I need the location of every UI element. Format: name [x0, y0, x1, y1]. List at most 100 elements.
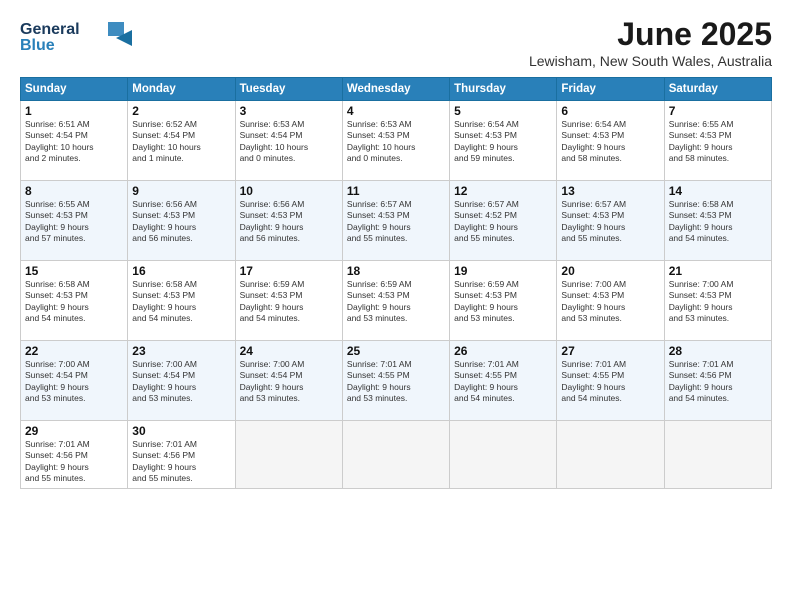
day-number: 23 [132, 344, 230, 358]
calendar-cell: 24Sunrise: 7:00 AM Sunset: 4:54 PM Dayli… [235, 341, 342, 421]
title-block: June 2025 Lewisham, New South Wales, Aus… [529, 16, 772, 69]
day-number: 20 [561, 264, 659, 278]
day-number: 25 [347, 344, 445, 358]
calendar-week-row: 22Sunrise: 7:00 AM Sunset: 4:54 PM Dayli… [21, 341, 772, 421]
day-number: 8 [25, 184, 123, 198]
day-info: Sunrise: 6:54 AM Sunset: 4:53 PM Dayligh… [561, 119, 659, 165]
calendar-cell: 22Sunrise: 7:00 AM Sunset: 4:54 PM Dayli… [21, 341, 128, 421]
day-info: Sunrise: 6:56 AM Sunset: 4:53 PM Dayligh… [132, 199, 230, 245]
svg-text:General: General [20, 21, 80, 38]
col-header-sunday: Sunday [21, 78, 128, 101]
day-info: Sunrise: 6:56 AM Sunset: 4:53 PM Dayligh… [240, 199, 338, 245]
calendar-table: SundayMondayTuesdayWednesdayThursdayFrid… [20, 77, 772, 489]
col-header-tuesday: Tuesday [235, 78, 342, 101]
calendar-cell: 20Sunrise: 7:00 AM Sunset: 4:53 PM Dayli… [557, 261, 664, 341]
day-info: Sunrise: 6:53 AM Sunset: 4:53 PM Dayligh… [347, 119, 445, 165]
calendar-cell [664, 421, 771, 489]
page: General Blue June 2025 Lewisham, New Sou… [0, 0, 792, 612]
calendar-cell: 23Sunrise: 7:00 AM Sunset: 4:54 PM Dayli… [128, 341, 235, 421]
day-number: 19 [454, 264, 552, 278]
calendar-week-row: 8Sunrise: 6:55 AM Sunset: 4:53 PM Daylig… [21, 181, 772, 261]
calendar-cell: 5Sunrise: 6:54 AM Sunset: 4:53 PM Daylig… [450, 101, 557, 181]
day-number: 9 [132, 184, 230, 198]
day-number: 1 [25, 104, 123, 118]
day-info: Sunrise: 6:59 AM Sunset: 4:53 PM Dayligh… [240, 279, 338, 325]
month-title: June 2025 [529, 16, 772, 53]
day-info: Sunrise: 6:53 AM Sunset: 4:54 PM Dayligh… [240, 119, 338, 165]
day-number: 2 [132, 104, 230, 118]
day-info: Sunrise: 7:00 AM Sunset: 4:54 PM Dayligh… [132, 359, 230, 405]
location-title: Lewisham, New South Wales, Australia [529, 53, 772, 69]
col-header-wednesday: Wednesday [342, 78, 449, 101]
col-header-friday: Friday [557, 78, 664, 101]
day-info: Sunrise: 6:58 AM Sunset: 4:53 PM Dayligh… [132, 279, 230, 325]
calendar-cell: 13Sunrise: 6:57 AM Sunset: 4:53 PM Dayli… [557, 181, 664, 261]
calendar-cell: 18Sunrise: 6:59 AM Sunset: 4:53 PM Dayli… [342, 261, 449, 341]
day-info: Sunrise: 7:01 AM Sunset: 4:55 PM Dayligh… [454, 359, 552, 405]
day-info: Sunrise: 7:01 AM Sunset: 4:55 PM Dayligh… [347, 359, 445, 405]
calendar-cell [557, 421, 664, 489]
day-info: Sunrise: 7:00 AM Sunset: 4:54 PM Dayligh… [240, 359, 338, 405]
calendar-cell: 2Sunrise: 6:52 AM Sunset: 4:54 PM Daylig… [128, 101, 235, 181]
calendar-cell: 1Sunrise: 6:51 AM Sunset: 4:54 PM Daylig… [21, 101, 128, 181]
day-number: 30 [132, 424, 230, 438]
calendar-cell: 29Sunrise: 7:01 AM Sunset: 4:56 PM Dayli… [21, 421, 128, 489]
day-number: 22 [25, 344, 123, 358]
day-info: Sunrise: 7:00 AM Sunset: 4:53 PM Dayligh… [561, 279, 659, 325]
calendar-cell: 15Sunrise: 6:58 AM Sunset: 4:53 PM Dayli… [21, 261, 128, 341]
calendar-cell: 8Sunrise: 6:55 AM Sunset: 4:53 PM Daylig… [21, 181, 128, 261]
day-info: Sunrise: 6:54 AM Sunset: 4:53 PM Dayligh… [454, 119, 552, 165]
calendar-cell: 4Sunrise: 6:53 AM Sunset: 4:53 PM Daylig… [342, 101, 449, 181]
day-info: Sunrise: 6:57 AM Sunset: 4:53 PM Dayligh… [561, 199, 659, 245]
logo: General Blue [20, 16, 140, 63]
logo-text-block: General Blue [20, 16, 140, 63]
day-number: 27 [561, 344, 659, 358]
calendar-cell: 11Sunrise: 6:57 AM Sunset: 4:53 PM Dayli… [342, 181, 449, 261]
day-info: Sunrise: 6:58 AM Sunset: 4:53 PM Dayligh… [25, 279, 123, 325]
calendar-cell: 6Sunrise: 6:54 AM Sunset: 4:53 PM Daylig… [557, 101, 664, 181]
col-header-monday: Monday [128, 78, 235, 101]
calendar-cell: 26Sunrise: 7:01 AM Sunset: 4:55 PM Dayli… [450, 341, 557, 421]
day-info: Sunrise: 7:01 AM Sunset: 4:56 PM Dayligh… [132, 439, 230, 485]
day-number: 16 [132, 264, 230, 278]
day-info: Sunrise: 7:01 AM Sunset: 4:55 PM Dayligh… [561, 359, 659, 405]
col-header-thursday: Thursday [450, 78, 557, 101]
calendar-cell: 17Sunrise: 6:59 AM Sunset: 4:53 PM Dayli… [235, 261, 342, 341]
calendar-header-row: SundayMondayTuesdayWednesdayThursdayFrid… [21, 78, 772, 101]
calendar-cell: 30Sunrise: 7:01 AM Sunset: 4:56 PM Dayli… [128, 421, 235, 489]
calendar-cell: 25Sunrise: 7:01 AM Sunset: 4:55 PM Dayli… [342, 341, 449, 421]
day-number: 7 [669, 104, 767, 118]
day-info: Sunrise: 7:00 AM Sunset: 4:53 PM Dayligh… [669, 279, 767, 325]
day-number: 13 [561, 184, 659, 198]
calendar-cell: 16Sunrise: 6:58 AM Sunset: 4:53 PM Dayli… [128, 261, 235, 341]
day-number: 4 [347, 104, 445, 118]
calendar-cell: 19Sunrise: 6:59 AM Sunset: 4:53 PM Dayli… [450, 261, 557, 341]
day-number: 14 [669, 184, 767, 198]
day-info: Sunrise: 7:01 AM Sunset: 4:56 PM Dayligh… [669, 359, 767, 405]
day-info: Sunrise: 6:51 AM Sunset: 4:54 PM Dayligh… [25, 119, 123, 165]
day-info: Sunrise: 6:59 AM Sunset: 4:53 PM Dayligh… [347, 279, 445, 325]
day-info: Sunrise: 6:57 AM Sunset: 4:52 PM Dayligh… [454, 199, 552, 245]
day-number: 5 [454, 104, 552, 118]
calendar-cell: 21Sunrise: 7:00 AM Sunset: 4:53 PM Dayli… [664, 261, 771, 341]
day-number: 21 [669, 264, 767, 278]
calendar-cell [342, 421, 449, 489]
day-info: Sunrise: 6:58 AM Sunset: 4:53 PM Dayligh… [669, 199, 767, 245]
calendar-cell: 3Sunrise: 6:53 AM Sunset: 4:54 PM Daylig… [235, 101, 342, 181]
calendar-cell: 14Sunrise: 6:58 AM Sunset: 4:53 PM Dayli… [664, 181, 771, 261]
logo-svg: General Blue [20, 16, 140, 58]
calendar-cell: 27Sunrise: 7:01 AM Sunset: 4:55 PM Dayli… [557, 341, 664, 421]
day-number: 15 [25, 264, 123, 278]
calendar-week-row: 15Sunrise: 6:58 AM Sunset: 4:53 PM Dayli… [21, 261, 772, 341]
svg-text:Blue: Blue [20, 37, 55, 54]
calendar-cell: 7Sunrise: 6:55 AM Sunset: 4:53 PM Daylig… [664, 101, 771, 181]
day-number: 17 [240, 264, 338, 278]
day-info: Sunrise: 7:00 AM Sunset: 4:54 PM Dayligh… [25, 359, 123, 405]
calendar-cell [235, 421, 342, 489]
day-number: 6 [561, 104, 659, 118]
calendar-week-row: 1Sunrise: 6:51 AM Sunset: 4:54 PM Daylig… [21, 101, 772, 181]
calendar-cell: 12Sunrise: 6:57 AM Sunset: 4:52 PM Dayli… [450, 181, 557, 261]
calendar-cell: 10Sunrise: 6:56 AM Sunset: 4:53 PM Dayli… [235, 181, 342, 261]
day-info: Sunrise: 6:59 AM Sunset: 4:53 PM Dayligh… [454, 279, 552, 325]
day-number: 26 [454, 344, 552, 358]
